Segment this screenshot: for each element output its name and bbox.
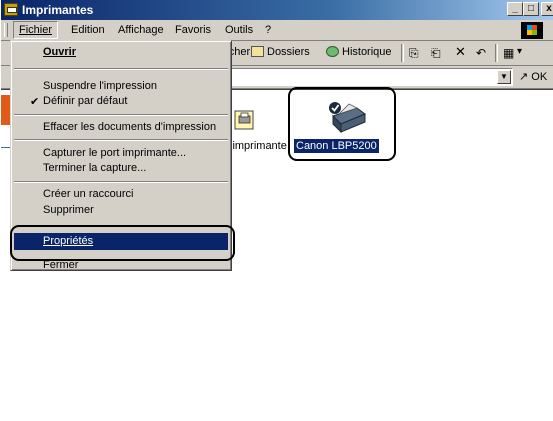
minimize-button[interactable]: _	[507, 2, 523, 16]
toolbar-separator	[495, 44, 498, 62]
history-button[interactable]: Historique	[326, 46, 392, 58]
address-dropdown-icon[interactable]: ▼	[497, 70, 511, 84]
folders-button[interactable]: Dossiers	[251, 46, 310, 58]
checkmark-icon: ✔	[30, 96, 40, 108]
views-icon[interactable]: ▦	[503, 46, 514, 60]
menu-item-pause-printing[interactable]: Suspendre l'impression	[43, 80, 157, 92]
delete-icon[interactable]: ✕	[455, 44, 466, 60]
menu-item-set-default[interactable]: Définir par défaut	[43, 95, 127, 107]
views-dropdown-icon[interactable]: ▾	[517, 46, 522, 57]
copy-to-icon[interactable]: ⎗	[431, 46, 441, 61]
add-printer-icon[interactable]	[233, 108, 257, 132]
menu-separator	[14, 181, 228, 183]
folders-icon	[251, 46, 264, 57]
windows-logo-icon	[521, 22, 543, 39]
printer-highlight-callout	[288, 87, 396, 161]
close-button[interactable]: x	[541, 2, 553, 16]
menu-bar: Fichier Edition Affichage Favoris Outils…	[1, 20, 553, 41]
toolbar-separator	[401, 44, 404, 62]
explorer-window: Imprimantes _ □ x Fichier Edition Affich…	[0, 0, 553, 421]
menu-item-end-capture[interactable]: Terminer la capture...	[43, 162, 146, 174]
properties-highlight-callout	[10, 225, 235, 261]
undo-icon[interactable]: ↶	[476, 46, 486, 60]
menu-affichage[interactable]: Affichage	[118, 24, 164, 36]
menu-help[interactable]: ?	[265, 24, 271, 36]
menu-item-cancel-documents[interactable]: Effacer les documents d'impression	[43, 121, 216, 133]
menu-item-delete[interactable]: Supprimer	[43, 204, 94, 216]
menu-item-create-shortcut[interactable]: Créer un raccourci	[43, 188, 133, 200]
menu-edition[interactable]: Edition	[71, 24, 105, 36]
menu-separator	[14, 139, 228, 141]
go-button[interactable]: ↗ OK	[519, 70, 547, 83]
go-arrow-icon: ↗	[519, 71, 529, 83]
menubar-grip	[4, 23, 8, 37]
menu-separator	[14, 114, 228, 116]
move-to-icon[interactable]: ⎘	[409, 46, 419, 61]
printers-folder-icon	[4, 3, 18, 16]
menu-item-open[interactable]: Ouvrir	[43, 46, 76, 58]
menu-item-capture-port[interactable]: Capturer le port imprimante...	[43, 147, 186, 159]
menu-favoris[interactable]: Favoris	[175, 24, 211, 36]
window-title: Imprimantes	[22, 3, 94, 17]
maximize-button[interactable]: □	[523, 2, 539, 16]
menu-separator	[14, 68, 228, 70]
address-field[interactable]: ▼	[221, 68, 513, 86]
history-icon	[326, 46, 339, 57]
menu-fichier[interactable]: Fichier	[13, 21, 59, 39]
title-bar[interactable]: Imprimantes _ □ x	[1, 0, 553, 20]
menu-outils[interactable]: Outils	[225, 24, 253, 36]
